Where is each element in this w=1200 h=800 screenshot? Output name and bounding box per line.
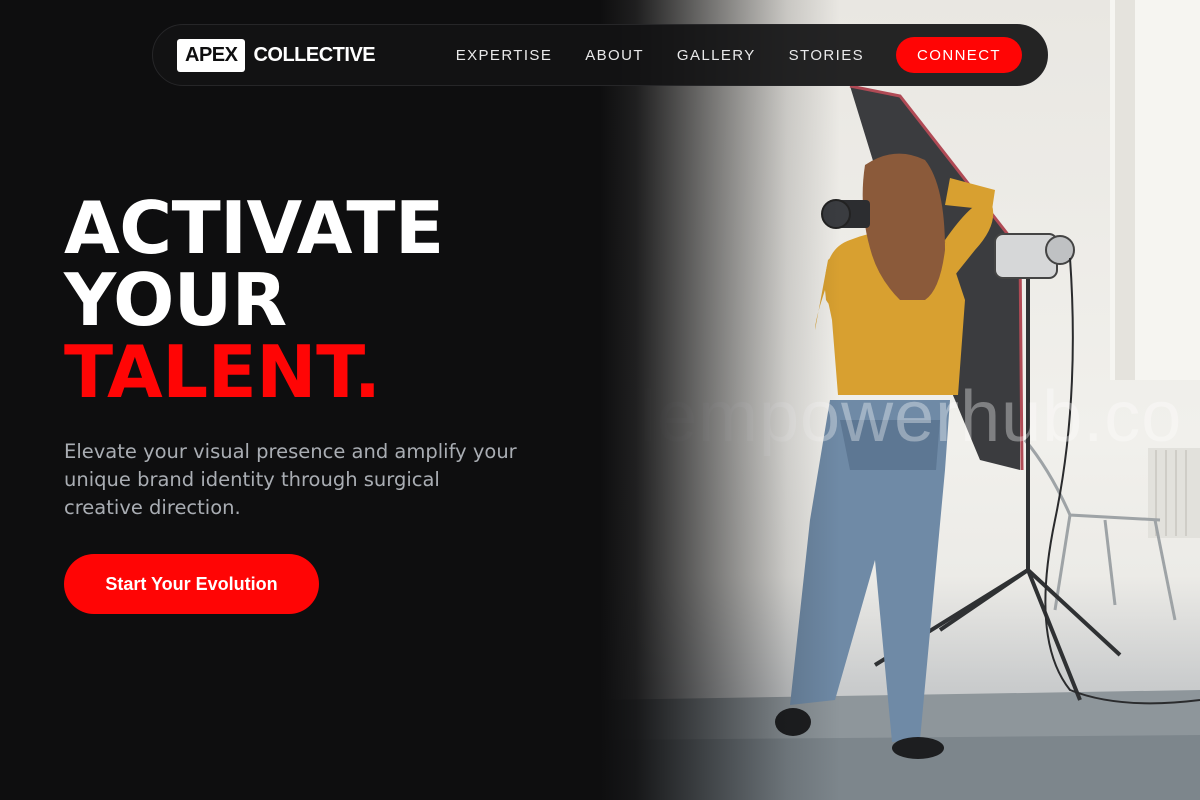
top-navbar: APEX COLLECTIVE EXPERTISE ABOUT GALLERY … [152, 24, 1048, 86]
headline-line-1: ACTIVATE [64, 186, 444, 270]
watermark-text: lempowerhub.co [640, 377, 1183, 457]
hero-headline: ACTIVATE YOUR TALENT. [64, 192, 584, 408]
nav-link-expertise[interactable]: EXPERTISE [456, 47, 553, 64]
hero-description: Elevate your visual presence and amplify… [64, 440, 517, 519]
start-evolution-button[interactable]: Start Your Evolution [64, 554, 319, 614]
nav-link-about[interactable]: ABOUT [585, 47, 644, 64]
brand-logo[interactable]: APEX COLLECTIVE [177, 38, 376, 72]
logo-text: COLLECTIVE [253, 43, 376, 66]
nav-link-stories[interactable]: STORIES [789, 47, 864, 64]
nav-links: EXPERTISE ABOUT GALLERY STORIES CONNECT [456, 37, 1023, 73]
connect-button[interactable]: CONNECT [896, 37, 1022, 73]
hero-section: ACTIVATE YOUR TALENT. Elevate your visua… [64, 192, 584, 614]
headline-line-3: TALENT. [64, 330, 381, 414]
nav-link-gallery[interactable]: GALLERY [677, 47, 756, 64]
headline-line-2: YOUR [64, 258, 287, 342]
hero-photo: lempowerhub.co [600, 0, 1200, 800]
logo-box: APEX [177, 38, 246, 72]
